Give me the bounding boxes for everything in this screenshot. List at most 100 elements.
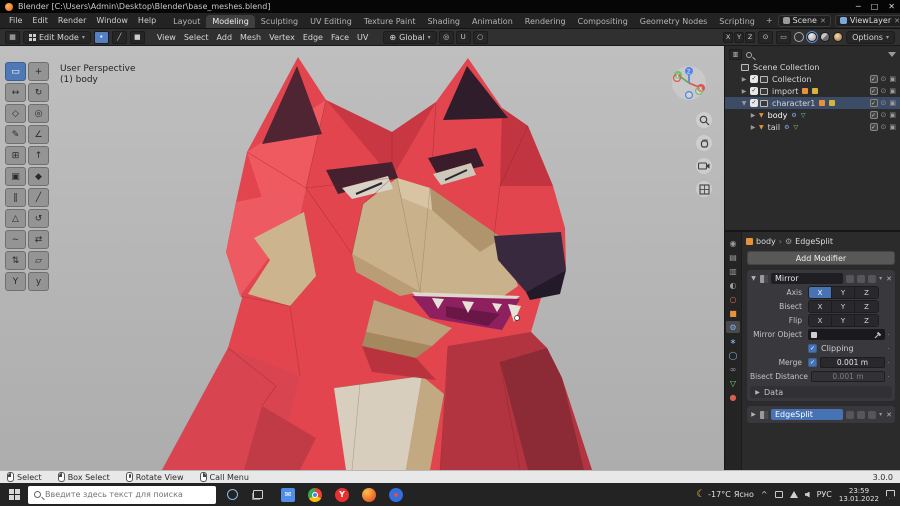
weather-widget[interactable]: ☾ -17°C Ясно xyxy=(696,489,754,500)
tool-spin[interactable]: ↺ xyxy=(28,209,49,228)
edge-select-button[interactable]: ╱ xyxy=(111,30,127,44)
mirror-toggle-z[interactable]: Z xyxy=(745,31,756,43)
tool-extrude[interactable]: ↑ xyxy=(28,146,49,165)
editor-type-button[interactable]: ▦ xyxy=(5,30,20,44)
outliner-row-body[interactable]: ▶ ▼ body ⚙ ▽ ✓ ⊙ ▣ xyxy=(725,109,900,121)
data-subpanel[interactable]: ▶ Data xyxy=(750,386,892,398)
properties-tab-render[interactable]: ◉ xyxy=(726,237,740,249)
realtime-display-toggle[interactable] xyxy=(857,274,866,283)
tool-smooth[interactable]: ∼ xyxy=(5,230,26,249)
maximize-button[interactable]: □ xyxy=(871,2,879,11)
tray-app-icon[interactable] xyxy=(774,491,783,498)
edit-mode-display-toggle[interactable] xyxy=(846,274,855,283)
camera-icon[interactable]: ▣ xyxy=(889,75,896,83)
expander-icon[interactable]: ▶ xyxy=(749,112,757,119)
breadcrumb-object[interactable]: body xyxy=(756,237,776,246)
mail-icon[interactable]: ✉ xyxy=(281,487,295,502)
viewlayer-unlink-icon[interactable]: ✕ xyxy=(894,17,900,25)
tab-uv-editing[interactable]: UV Editing xyxy=(304,15,358,28)
tool-shrink-fatten[interactable]: ⇅ xyxy=(5,251,26,270)
menu-render[interactable]: Render xyxy=(53,15,91,26)
select-checkbox[interactable]: ✓ xyxy=(869,123,878,131)
tool-measure[interactable]: ∠ xyxy=(28,125,49,144)
mirror-name-field[interactable]: Mirror xyxy=(771,273,844,284)
tool-shear[interactable]: ▱ xyxy=(28,251,49,270)
camera-icon[interactable]: ▣ xyxy=(889,99,896,107)
taskbar-search[interactable] xyxy=(28,485,216,504)
options-dropdown[interactable]: Options ▾ xyxy=(846,30,895,44)
outliner-row-collection[interactable]: ▶ ✓ Collection ✓ ⊙ ▣ xyxy=(725,73,900,85)
merge-value-field[interactable]: 0.001 m xyxy=(820,357,885,368)
browser-icon[interactable] xyxy=(389,487,403,502)
expand-icon[interactable]: ▶ xyxy=(750,411,757,418)
outliner-row-character1[interactable]: ▼ ✓ character1 ✓ ⊙ ▣ xyxy=(725,97,900,109)
tab-compositing[interactable]: Compositing xyxy=(572,15,634,28)
outliner-display-mode[interactable]: ▥ xyxy=(729,49,742,60)
select-checkbox[interactable]: ✓ xyxy=(869,99,878,107)
close-icon[interactable]: ✕ xyxy=(885,411,892,419)
scene-selector[interactable]: Scene ✕ xyxy=(777,14,831,27)
camera-icon[interactable]: ▣ xyxy=(889,87,896,95)
menu-edge[interactable]: Edge xyxy=(299,32,327,43)
eyedropper-icon[interactable] xyxy=(874,331,882,339)
select-checkbox[interactable]: ✓ xyxy=(869,111,878,119)
add-modifier-button[interactable]: Add Modifier xyxy=(747,251,895,265)
eye-icon[interactable]: ⊙ xyxy=(881,87,887,95)
face-select-button[interactable]: ■ xyxy=(129,30,145,44)
merge-checkbox[interactable]: ✓ xyxy=(808,358,817,367)
tab-modeling[interactable]: Modeling xyxy=(206,15,255,28)
camera-icon[interactable]: ▣ xyxy=(889,111,896,119)
wireframe-shading-icon[interactable] xyxy=(794,32,805,42)
tab-rendering[interactable]: Rendering xyxy=(519,15,572,28)
menu-view[interactable]: View xyxy=(153,32,180,43)
outliner-row-tail[interactable]: ▶ ▼ tail ⚙ ▽ ✓ ⊙ ▣ xyxy=(725,121,900,133)
viewport-3d[interactable]: ▭ + ↔ ↻ ◇ ◎ ✎ ∠ ⊞ ↑ ▣ ◆ ‖ ╱ △ ↺ ∼ ⇄ ⇅ ▱ Yy User Perspective … xyxy=(0,46,724,470)
edit-mode-display-toggle[interactable] xyxy=(846,410,855,419)
tool-select-box[interactable]: ▭ xyxy=(5,62,26,81)
bisect-y-button[interactable]: Y xyxy=(832,301,855,312)
bisect-z-button[interactable]: Z xyxy=(855,301,878,312)
tab-texture-paint[interactable]: Texture Paint xyxy=(358,15,422,28)
minimize-button[interactable]: ─ xyxy=(856,2,861,11)
task-view-button[interactable] xyxy=(245,483,271,506)
properties-tab-scene[interactable]: ◐ xyxy=(726,279,740,291)
tab-shading[interactable]: Shading xyxy=(421,15,466,28)
tab-layout[interactable]: Layout xyxy=(167,15,206,28)
camera-view-icon[interactable] xyxy=(696,158,712,174)
search-icon[interactable] xyxy=(746,51,752,58)
eye-icon[interactable]: ⊙ xyxy=(881,75,887,83)
menu-help[interactable]: Help xyxy=(133,15,161,26)
menu-add[interactable]: Add xyxy=(213,32,237,43)
move-view-icon[interactable] xyxy=(696,135,712,151)
menu-face[interactable]: Face xyxy=(327,32,353,43)
tool-cursor[interactable]: + xyxy=(28,62,49,81)
properties-tab-data[interactable]: ▽ xyxy=(726,377,740,389)
add-workspace-button[interactable]: + xyxy=(761,15,778,26)
menu-mesh[interactable]: Mesh xyxy=(236,32,265,43)
mirror-object-field[interactable] xyxy=(808,329,885,340)
orientation-dropdown[interactable]: ⊕ Global ▾ xyxy=(383,30,437,44)
tool-add-cube[interactable]: ⊞ xyxy=(5,146,26,165)
mode-dropdown[interactable]: Edit Mode ▾ xyxy=(23,30,91,44)
z-neg-handle[interactable] xyxy=(685,91,694,100)
tool-knife[interactable]: ╱ xyxy=(28,188,49,207)
properties-tab-modifiers[interactable]: ⚙ xyxy=(726,321,740,333)
eye-icon[interactable]: ⊙ xyxy=(881,111,887,119)
visibility-toggle-button[interactable]: ⊙ xyxy=(758,30,774,44)
pivot-point-button[interactable]: ◎ xyxy=(438,30,454,44)
tool-annotate[interactable]: ✎ xyxy=(5,125,26,144)
properties-tab-output[interactable]: ▤ xyxy=(726,251,740,263)
navigation-gizmo[interactable]: Z X Y xyxy=(670,64,708,102)
expander-icon[interactable]: ▶ xyxy=(740,76,748,83)
tab-scripting[interactable]: Scripting xyxy=(713,15,761,28)
extras-menu-icon[interactable]: ▾ xyxy=(879,411,882,418)
collection-checkbox[interactable]: ✓ xyxy=(750,99,758,107)
realtime-display-toggle[interactable] xyxy=(857,410,866,419)
expander-icon[interactable]: ▶ xyxy=(740,88,748,95)
tray-expand-icon[interactable]: ^ xyxy=(761,490,768,499)
snap-magnet-button[interactable]: U xyxy=(455,30,471,44)
material-shading-icon[interactable] xyxy=(820,32,831,42)
tab-geometry-nodes[interactable]: Geometry Nodes xyxy=(634,15,713,28)
properties-tab-world[interactable]: ○ xyxy=(726,293,740,305)
proportional-edit-button[interactable]: ○ xyxy=(472,30,488,44)
